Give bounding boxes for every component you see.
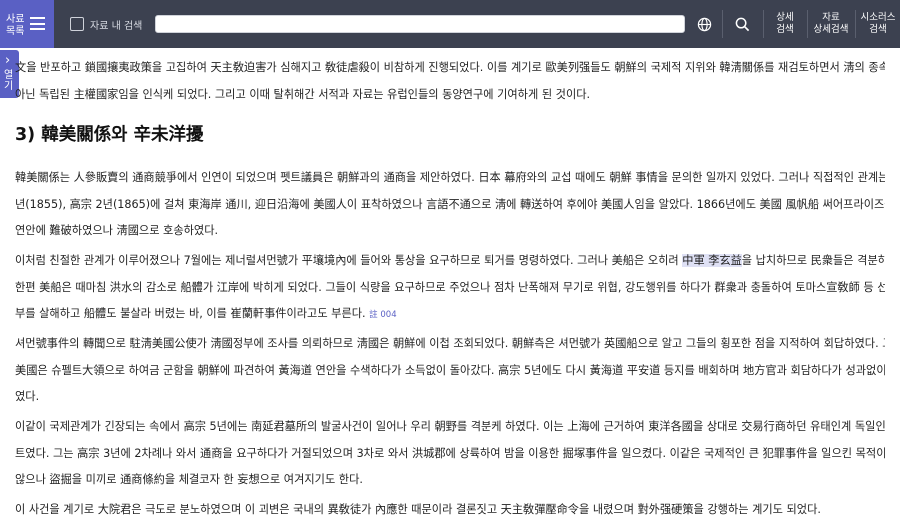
search-within-checkbox[interactable] — [70, 17, 84, 31]
text-line: 였다. — [15, 390, 40, 403]
detail-search-label-1: 상세 — [776, 12, 794, 23]
text-line: 韓美關係는 人參販賣의 通商競爭에서 인연이 되었으며 펫트議員은 朝鮮과의 通… — [15, 171, 885, 184]
search-icon[interactable] — [735, 17, 750, 32]
thesaurus-search-label-2: 검색 — [869, 24, 887, 35]
chevron-right-icon: › — [5, 53, 11, 68]
data-detail-search-label-1: 자료 — [822, 12, 840, 23]
thesaurus-search-label-1: 시소러스 — [860, 12, 896, 23]
side-panel-open-label: 열기 — [4, 70, 14, 92]
text-line: 이 사건을 계기로 大院君은 극도로 분노하였으며 이 괴변은 국내의 異敎徒가… — [15, 503, 821, 516]
text-run: 부를 살해하고 船體도 불살라 버렸는 바, 이를 崔蘭軒事件이라고도 부른다. — [15, 307, 366, 320]
article-paragraph: 韓美關係는 人參販賣의 通商競爭에서 인연이 되었으며 펫트議員은 朝鮮과의 通… — [15, 165, 885, 245]
search-input[interactable] — [155, 15, 685, 33]
text-line: 아닌 독립된 主權國家임을 인식케 되었다. 그리고 이때 탈취해간 서적과 자… — [15, 87, 591, 101]
footnote-link[interactable]: 註 004 — [369, 310, 396, 320]
data-detail-search-label-2: 상세검색 — [813, 24, 849, 35]
article-paragraph: 이 사건을 계기로 大院君은 극도로 분노하였으며 이 괴변은 국내의 異敎徒가… — [15, 497, 885, 524]
source-list-label-line1: 사료 — [6, 14, 25, 25]
text-line: 이처럼 친절한 관계가 이루어졌으나 7월에는 제너럴셔먼號가 平壤境內에 들어… — [15, 248, 885, 275]
text-line: 美國은 슈펠트大領으로 하여금 군함을 朝鮮에 파견하여 黃海道 연안을 수색하… — [15, 363, 885, 377]
detail-search-button[interactable]: 상세 검색 — [764, 0, 806, 48]
top-toolbar: 사료 목록 자료 내 검색 상세 검색 자료 상세검색 시소러스 검색 — [0, 0, 900, 48]
article-paragraph: 이처럼 친절한 관계가 이루어졌으나 7월에는 제너럴셔먼號가 平壤境內에 들어… — [15, 248, 885, 329]
text-line: 이같이 국제관계가 긴장되는 속에서 高宗 5년에는 南延君墓所의 발굴사건이 … — [15, 420, 885, 433]
toolbar-divider — [722, 10, 723, 38]
data-detail-search-button[interactable]: 자료 상세검색 — [808, 0, 854, 48]
text-run: 을 납치하므로 民衆들은 격분하였다. — [741, 254, 885, 267]
text-line: 한편 美船은 때마침 洪水의 감소로 船體가 江岸에 박히게 되었다. 그들이 … — [15, 280, 885, 294]
text-line: 文을 반포하고 鎖國攘夷政策을 고집하여 天主敎迫害가 심해지고 敎徒虐殺이 비… — [15, 61, 885, 74]
text-line: 년(1855), 高宗 2년(1865)에 걸쳐 東海岸 通川, 迎日沿海에 美… — [15, 197, 885, 211]
source-list-label: 사료 목록 — [6, 14, 24, 38]
text-line: 않으나 盜掘을 미끼로 通商條約을 체결코자 한 妄想으로 여겨지기도 한다. — [15, 473, 363, 486]
highlighted-text[interactable]: 中軍 李玄益 — [682, 254, 742, 267]
text-line: 셔먼號事件의 轉聞으로 駐淸美國公使가 淸國정부에 조사를 의뢰하므로 淸國은 … — [15, 337, 885, 350]
article-paragraph: 셔먼號事件의 轉聞으로 駐淸美國公使가 淸國정부에 조사를 의뢰하므로 淸國은 … — [15, 331, 885, 411]
section-heading: 3) 韓美關係와 辛未洋擾 — [15, 125, 204, 145]
article-paragraph: 이같이 국제관계가 긴장되는 속에서 高宗 5년에는 南延君墓所의 발굴사건이 … — [15, 414, 885, 494]
source-list-label-line2: 목록 — [6, 26, 25, 37]
text-run: 이처럼 친절한 관계가 이루어졌으나 7월에는 제너럴셔먼號가 平壤境內에 들어… — [15, 254, 683, 267]
text-line: 트였다. 그는 高宗 3년에 2차례나 와서 通商을 요구하다가 거절되었으며 … — [15, 446, 885, 460]
source-list-menu-button[interactable]: 사료 목록 — [0, 0, 54, 48]
detail-search-label-2: 검색 — [776, 24, 794, 35]
globe-icon[interactable] — [697, 17, 712, 32]
hamburger-icon — [30, 17, 45, 30]
text-line: 연안에 難破하였으나 淸國으로 호송하였다. — [15, 224, 219, 237]
article-paragraph: 文을 반포하고 鎖國攘夷政策을 고집하여 天主敎迫害가 심해지고 敎徒虐殺이 비… — [15, 55, 885, 108]
search-within-label: 자료 내 검색 — [90, 21, 143, 32]
thesaurus-search-button[interactable]: 시소러스 검색 — [856, 0, 900, 48]
text-line: 부를 살해하고 船體도 불살라 버렸는 바, 이를 崔蘭軒事件이라고도 부른다.… — [15, 301, 885, 329]
